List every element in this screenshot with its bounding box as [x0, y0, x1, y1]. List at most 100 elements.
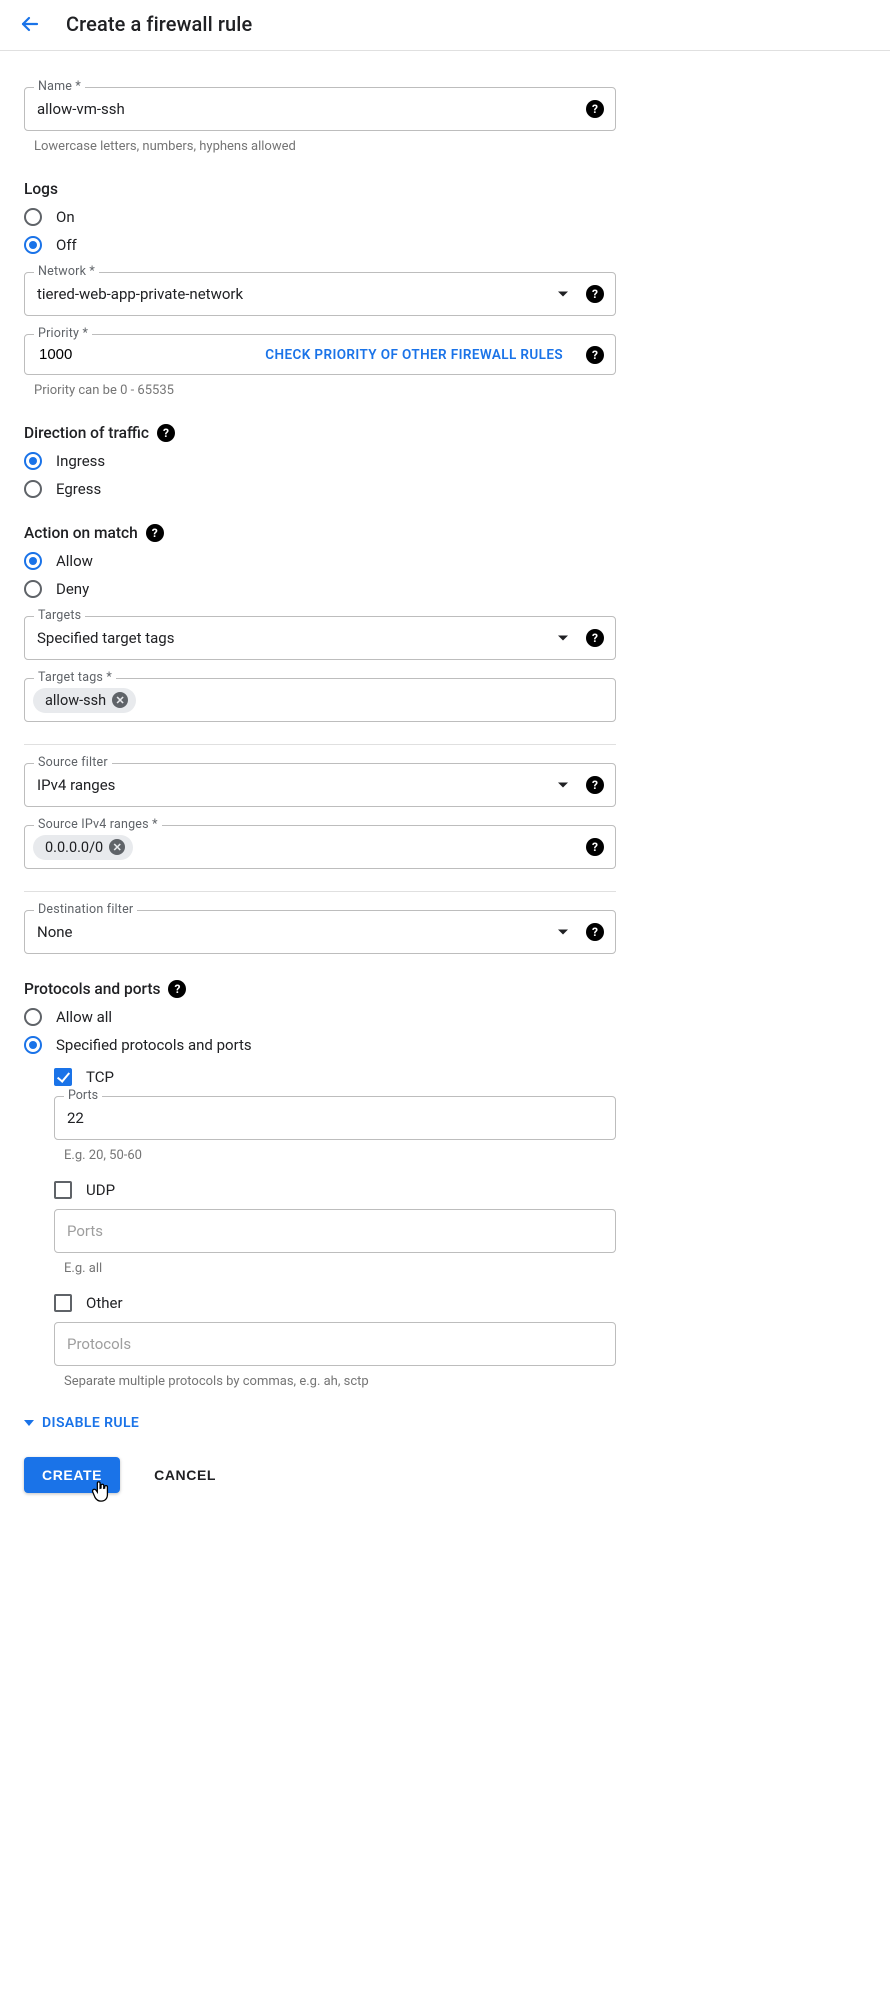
radio-icon	[24, 452, 42, 470]
protocols-allowall-label: Allow all	[56, 1008, 112, 1026]
divider	[24, 744, 616, 745]
radio-icon	[24, 552, 42, 570]
network-label: Network *	[34, 264, 99, 279]
direction-label: Direction of traffic ?	[24, 424, 616, 442]
logs-off-label: Off	[56, 236, 77, 254]
help-icon[interactable]: ?	[586, 629, 604, 647]
help-icon[interactable]: ?	[168, 980, 186, 998]
other-protocols-helper: Separate multiple protocols by commas, e…	[64, 1374, 616, 1389]
udp-label: UDP	[86, 1181, 115, 1199]
priority-input[interactable]	[37, 345, 157, 364]
udp-row[interactable]: UDP	[54, 1181, 616, 1199]
udp-ports-input[interactable]: Ports	[54, 1209, 616, 1253]
action-label-text: Action on match	[24, 524, 138, 542]
help-icon[interactable]: ?	[586, 923, 604, 941]
protocols-label-text: Protocols and ports	[24, 980, 160, 998]
name-field: Name * allow-vm-ssh ?	[24, 87, 616, 131]
other-label: Other	[86, 1294, 123, 1312]
page-header: Create a firewall rule	[0, 0, 890, 51]
radio-icon	[24, 208, 42, 226]
action-label: Action on match ?	[24, 524, 616, 542]
radio-icon	[24, 480, 42, 498]
logs-on-label: On	[56, 208, 75, 226]
radio-icon	[24, 580, 42, 598]
action-deny-row[interactable]: Deny	[24, 580, 616, 598]
direction-label-text: Direction of traffic	[24, 424, 149, 442]
targets-field: Targets Specified target tags ?	[24, 616, 616, 660]
radio-icon	[24, 1036, 42, 1054]
divider	[24, 891, 616, 892]
protocols-specified-row[interactable]: Specified protocols and ports	[24, 1036, 616, 1054]
help-icon[interactable]: ?	[586, 838, 604, 856]
chip: allow-ssh ✕	[33, 688, 136, 713]
checkbox-icon	[54, 1181, 72, 1199]
help-icon[interactable]: ?	[157, 424, 175, 442]
source-ranges-field: Source IPv4 ranges * 0.0.0.0/0 ✕ ?	[24, 825, 616, 869]
action-allow-row[interactable]: Allow	[24, 552, 616, 570]
checkbox-icon	[54, 1294, 72, 1312]
checkbox-icon	[54, 1068, 72, 1086]
other-protocols-field: Protocols	[54, 1322, 616, 1366]
direction-ingress-row[interactable]: Ingress	[24, 452, 616, 470]
page-title: Create a firewall rule	[66, 12, 252, 36]
cancel-button[interactable]: CANCEL	[150, 1457, 220, 1493]
network-select[interactable]: tiered-web-app-private-network	[24, 272, 616, 316]
logs-off-row[interactable]: Off	[24, 236, 616, 254]
source-filter-label: Source filter	[34, 755, 112, 770]
priority-field: Priority * CHECK PRIORITY OF OTHER FIREW…	[24, 334, 616, 375]
name-label: Name *	[34, 79, 85, 94]
priority-label: Priority *	[34, 326, 92, 341]
chip-label: allow-ssh	[45, 692, 106, 709]
chevron-down-icon	[558, 783, 568, 788]
tcp-ports-field: Ports 22	[54, 1096, 616, 1140]
udp-ports-field: Ports	[54, 1209, 616, 1253]
name-helper: Lowercase letters, numbers, hyphens allo…	[34, 139, 616, 154]
help-icon[interactable]: ?	[146, 524, 164, 542]
create-button[interactable]: CREATE	[24, 1457, 120, 1493]
target-tags-label: Target tags *	[34, 670, 116, 685]
help-icon[interactable]: ?	[586, 100, 604, 118]
back-arrow-icon[interactable]	[18, 12, 42, 36]
chevron-down-icon	[24, 1420, 34, 1426]
dest-filter-label: Destination filter	[34, 902, 137, 917]
source-filter-field: Source filter IPv4 ranges ?	[24, 763, 616, 807]
tcp-label: TCP	[86, 1068, 114, 1086]
help-icon[interactable]: ?	[586, 346, 604, 364]
priority-check-link[interactable]: CHECK PRIORITY OF OTHER FIREWALL RULES	[265, 347, 563, 363]
priority-helper: Priority can be 0 - 65535	[34, 383, 616, 398]
name-input[interactable]: allow-vm-ssh	[24, 87, 616, 131]
protocols-label: Protocols and ports ?	[24, 980, 616, 998]
tcp-ports-helper: E.g. 20, 50-60	[64, 1148, 616, 1163]
direction-ingress-label: Ingress	[56, 452, 105, 470]
action-allow-label: Allow	[56, 552, 93, 570]
chip-label: 0.0.0.0/0	[45, 839, 103, 856]
source-ranges-label: Source IPv4 ranges *	[34, 817, 162, 832]
chevron-down-icon	[558, 636, 568, 641]
protocols-allowall-row[interactable]: Allow all	[24, 1008, 616, 1026]
disable-rule-toggle[interactable]: DISABLE RULE	[24, 1415, 616, 1431]
action-deny-label: Deny	[56, 580, 89, 598]
other-protocols-input[interactable]: Protocols	[54, 1322, 616, 1366]
direction-egress-label: Egress	[56, 480, 101, 498]
targets-label: Targets	[34, 608, 85, 623]
chip: 0.0.0.0/0 ✕	[33, 835, 133, 860]
tcp-ports-input[interactable]: 22	[54, 1096, 616, 1140]
help-icon[interactable]: ?	[586, 285, 604, 303]
target-tags-field: Target tags * allow-ssh ✕	[24, 678, 616, 722]
direction-egress-row[interactable]: Egress	[24, 480, 616, 498]
chevron-down-icon	[558, 930, 568, 935]
logs-on-row[interactable]: On	[24, 208, 616, 226]
chip-remove-icon[interactable]: ✕	[112, 692, 128, 708]
tcp-row[interactable]: TCP	[54, 1068, 616, 1086]
chip-remove-icon[interactable]: ✕	[109, 839, 125, 855]
other-row[interactable]: Other	[54, 1294, 616, 1312]
help-icon[interactable]: ?	[586, 776, 604, 794]
source-filter-select[interactable]: IPv4 ranges	[24, 763, 616, 807]
disable-rule-label: DISABLE RULE	[42, 1415, 139, 1431]
radio-icon	[24, 1008, 42, 1026]
logs-label: Logs	[24, 180, 616, 198]
protocols-specified-label: Specified protocols and ports	[56, 1036, 252, 1054]
dest-filter-field: Destination filter None ?	[24, 910, 616, 954]
udp-ports-helper: E.g. all	[64, 1261, 616, 1276]
targets-select[interactable]: Specified target tags	[24, 616, 616, 660]
